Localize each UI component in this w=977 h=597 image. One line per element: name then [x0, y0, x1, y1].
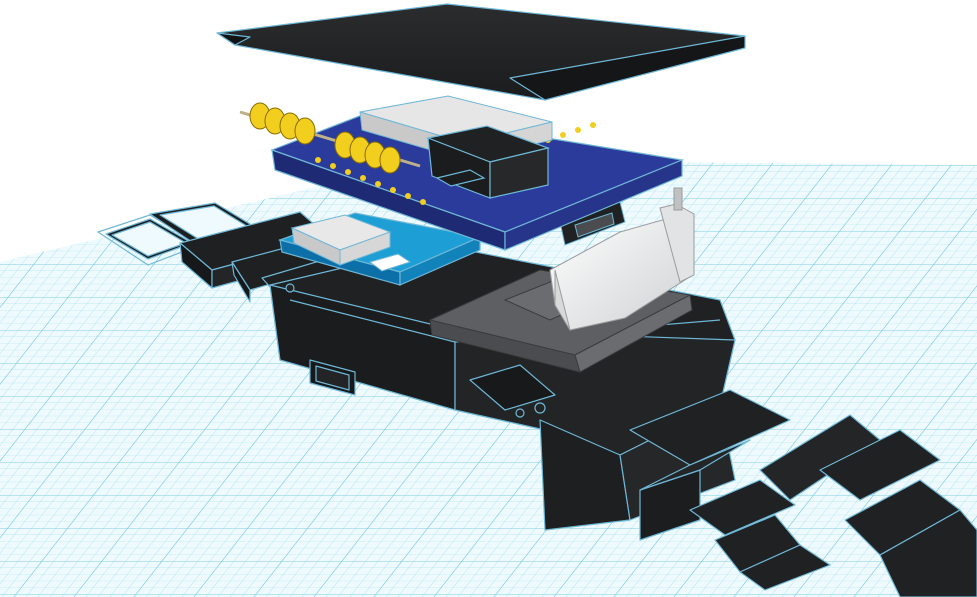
3d-viewport[interactable]: #7fd3ea [0, 0, 977, 597]
scene-canvas[interactable] [0, 0, 977, 597]
watch-lid[interactable] [216, 3, 746, 101]
